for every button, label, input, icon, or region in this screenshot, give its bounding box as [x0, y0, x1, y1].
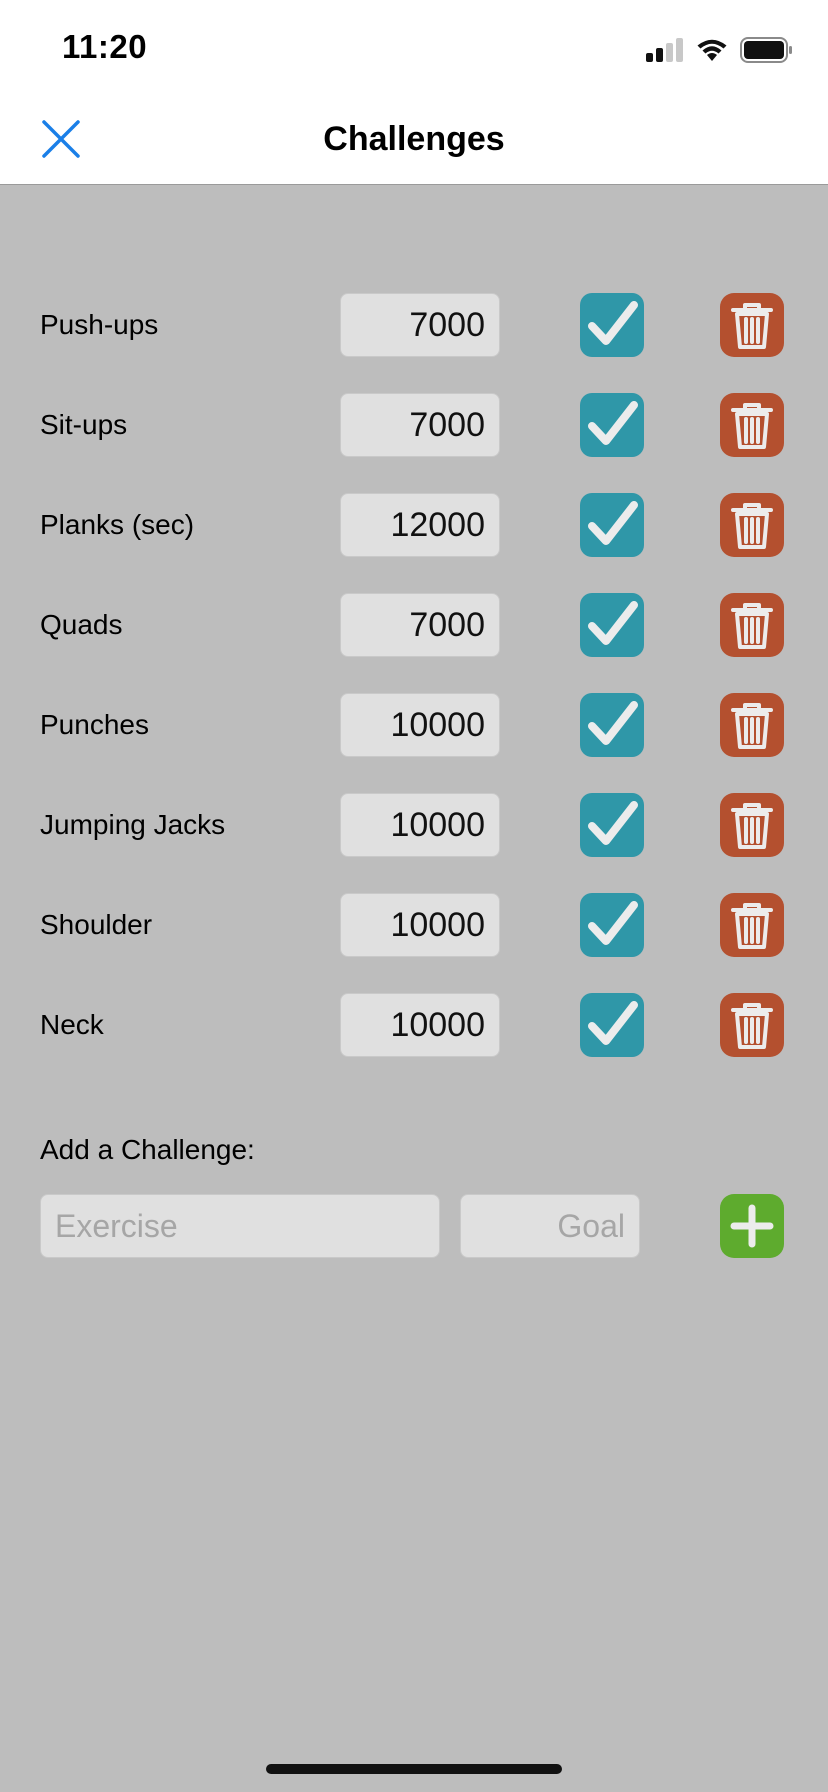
- challenge-name: Sit-ups: [40, 409, 128, 440]
- challenge-name: Shoulder: [40, 909, 153, 940]
- enable-toggle[interactable]: [580, 493, 644, 557]
- status-time: 11:20: [62, 28, 148, 65]
- nav-bar: Challenges: [0, 92, 828, 185]
- challenge-list: Push-ups Sit-ups Planks (sec) Quads: [0, 293, 828, 1093]
- trash-icon: [731, 503, 773, 549]
- trash-icon: [731, 303, 773, 349]
- wifi-icon: [697, 39, 727, 61]
- status-bar: 11:20: [0, 0, 828, 92]
- goal-field[interactable]: [340, 693, 500, 757]
- challenge-row: Jumping Jacks: [0, 793, 828, 893]
- trash-icon: [731, 1003, 773, 1049]
- goal-field[interactable]: [340, 793, 500, 857]
- plus-icon: [730, 1204, 774, 1248]
- challenge-row: Sit-ups: [0, 393, 828, 493]
- goal-field[interactable]: [340, 493, 500, 557]
- exercise-input[interactable]: [40, 1194, 440, 1258]
- challenge-name: Quads: [40, 609, 123, 640]
- trash-icon: [731, 703, 773, 749]
- delete-button[interactable]: [720, 393, 784, 457]
- checkmark-icon: [588, 601, 638, 645]
- enable-toggle[interactable]: [580, 793, 644, 857]
- checkmark-icon: [588, 801, 638, 845]
- trash-icon: [731, 803, 773, 849]
- add-challenge-button[interactable]: [720, 1194, 784, 1258]
- goal-field[interactable]: [340, 293, 500, 357]
- trash-icon: [731, 603, 773, 649]
- goal-field[interactable]: [340, 593, 500, 657]
- delete-button[interactable]: [720, 293, 784, 357]
- delete-button[interactable]: [720, 493, 784, 557]
- challenge-name: Push-ups: [40, 309, 159, 340]
- challenge-row: Planks (sec): [0, 493, 828, 593]
- challenge-row: Punches: [0, 693, 828, 793]
- enable-toggle[interactable]: [580, 293, 644, 357]
- goal-field[interactable]: [340, 393, 500, 457]
- checkmark-icon: [588, 901, 638, 945]
- challenge-row: Quads: [0, 593, 828, 693]
- goal-input[interactable]: [460, 1194, 640, 1258]
- add-challenge-label: Add a Challenge:: [40, 1134, 255, 1165]
- enable-toggle[interactable]: [580, 893, 644, 957]
- challenge-name: Planks (sec): [40, 509, 195, 540]
- goal-field[interactable]: [340, 893, 500, 957]
- home-indicator: [266, 1764, 562, 1774]
- delete-button[interactable]: [720, 693, 784, 757]
- enable-toggle[interactable]: [580, 993, 644, 1057]
- signal-icon: [646, 38, 683, 62]
- delete-button[interactable]: [720, 593, 784, 657]
- checkmark-icon: [588, 1001, 638, 1045]
- delete-button[interactable]: [720, 993, 784, 1057]
- delete-button[interactable]: [720, 793, 784, 857]
- challenge-row: Shoulder: [0, 893, 828, 993]
- checkmark-icon: [588, 501, 638, 545]
- trash-icon: [731, 403, 773, 449]
- enable-toggle[interactable]: [580, 593, 644, 657]
- challenge-name: Punches: [40, 709, 149, 740]
- goal-field[interactable]: [340, 993, 500, 1057]
- challenge-row: Push-ups: [0, 293, 828, 393]
- challenge-name: Jumping Jacks: [40, 809, 226, 840]
- enable-toggle[interactable]: [580, 693, 644, 757]
- challenge-row: Neck: [0, 993, 828, 1093]
- page-title: Challenges: [323, 120, 505, 158]
- battery-icon: [740, 37, 792, 63]
- challenge-name: Neck: [40, 1009, 104, 1040]
- checkmark-icon: [588, 301, 638, 345]
- checkmark-icon: [588, 701, 638, 745]
- enable-toggle[interactable]: [580, 393, 644, 457]
- status-icons: [646, 36, 794, 64]
- trash-icon: [731, 903, 773, 949]
- checkmark-icon: [588, 401, 638, 445]
- delete-button[interactable]: [720, 893, 784, 957]
